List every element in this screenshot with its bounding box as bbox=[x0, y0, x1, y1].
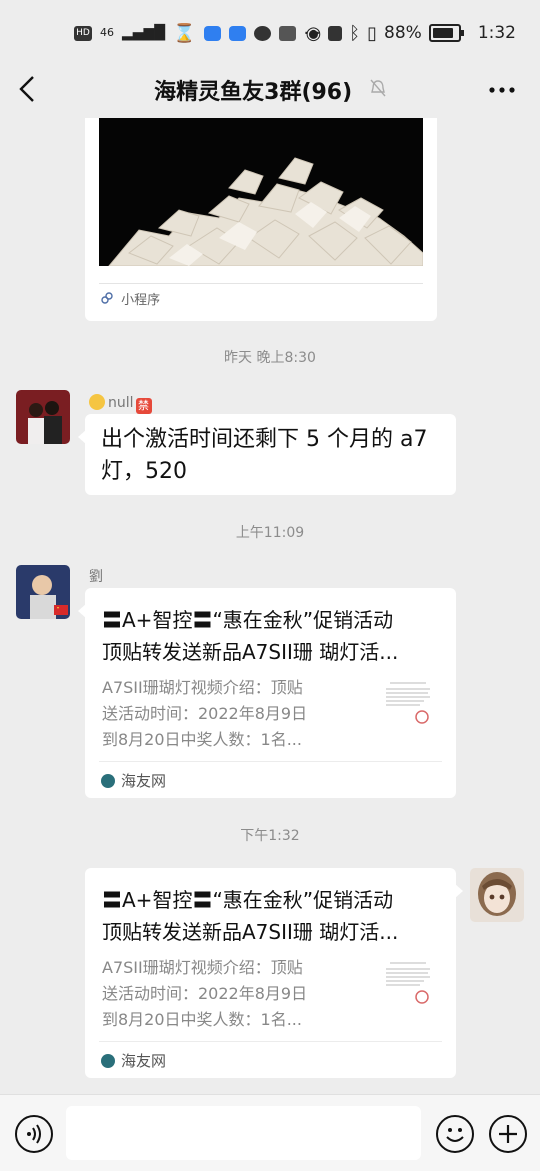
more-options-icon[interactable] bbox=[488, 68, 516, 115]
link-description-line: 到8月20日中奖人数：1名... bbox=[102, 730, 302, 749]
mute-bell-icon bbox=[370, 79, 386, 101]
link-card[interactable]: 〓A+智控〓“惠在金秋”促销活动 顶贴转发送新品A7SII珊 瑚灯活... A7… bbox=[85, 868, 463, 1078]
message-input[interactable] bbox=[66, 1106, 421, 1160]
emoji-icon bbox=[89, 394, 105, 410]
link-title: 〓A+智控〓“惠在金秋”促销活动 顶贴转发送新品A7SII珊 瑚灯活... bbox=[102, 884, 442, 948]
link-description-line: 送活动时间：2022年8月9日 bbox=[102, 704, 308, 723]
nfc-icon bbox=[328, 25, 343, 41]
link-thumbnail bbox=[380, 677, 436, 731]
link-description-line: A7SII珊瑚灯视频介绍：顶贴 bbox=[102, 958, 303, 977]
message-text-line: 出个激活时间还剩下 5 个月的 a7 bbox=[101, 427, 428, 452]
link-source: 海友网 bbox=[101, 770, 166, 791]
link-card[interactable]: 〓A+智控〓“惠在金秋”促销活动 顶贴转发送新品A7SII珊 瑚灯活... A7… bbox=[78, 588, 456, 798]
avatar[interactable] bbox=[16, 390, 70, 444]
battery-icon bbox=[428, 24, 464, 42]
sender-name: null 禁 bbox=[89, 394, 152, 414]
sender-name: 劉 bbox=[89, 569, 103, 585]
group-name: 海精灵鱼友3群(96) bbox=[154, 80, 353, 105]
status-bar: HD 46 ▂▄▆█ ⌛ ··· ◉ ᛒ ▯ 88% 1:32 bbox=[0, 0, 540, 66]
clock: 1:32 bbox=[477, 23, 516, 43]
link-title: 〓A+智控〓“惠在金秋”促销活动 顶贴转发送新品A7SII珊 瑚灯活... bbox=[102, 604, 442, 668]
link-source: 海友网 bbox=[101, 1050, 166, 1071]
avatar[interactable] bbox=[16, 565, 70, 619]
divider bbox=[99, 1041, 442, 1042]
chat-title: 海精灵鱼友3群(96) bbox=[0, 74, 540, 106]
network-type: 46 bbox=[100, 26, 114, 39]
link-description-line: 送活动时间：2022年8月9日 bbox=[102, 984, 308, 1003]
link-title-line: 顶贴转发送新品A7SII珊 瑚灯活... bbox=[102, 640, 399, 664]
link-title-line: 顶贴转发送新品A7SII珊 瑚灯活... bbox=[102, 920, 399, 944]
sender-text: null bbox=[108, 395, 134, 411]
chat-messages[interactable]: 小程序 昨天 晚上8:30 null 禁 出个激活时间还剩下 5 个月的 a7 灯… bbox=[0, 118, 540, 1094]
banned-badge: 禁 bbox=[135, 398, 152, 414]
mini-program-image bbox=[99, 118, 423, 266]
cloud-icon bbox=[228, 25, 246, 41]
text-message-bubble[interactable]: 出个激活时间还剩下 5 个月的 a7 灯，520 bbox=[78, 414, 456, 495]
chat-header: 海精灵鱼友3群(96) bbox=[0, 66, 540, 118]
my-avatar[interactable] bbox=[470, 868, 524, 922]
bluetooth-icon: ᛒ bbox=[349, 22, 361, 44]
eye-icon: ◉ bbox=[305, 22, 322, 44]
link-title-line: 〓A+智控〓“惠在金秋”促销活动 bbox=[102, 608, 394, 632]
app-icon bbox=[253, 25, 271, 41]
source-name: 海友网 bbox=[121, 1052, 167, 1070]
link-thumbnail bbox=[380, 957, 436, 1011]
link-title-line: 〓A+智控〓“惠在金秋”促销活动 bbox=[102, 888, 394, 912]
timestamp: 上午11:09 bbox=[235, 525, 305, 541]
hourglass-icon: ⌛ bbox=[173, 22, 196, 44]
link-description: A7SII珊瑚灯视频介绍：顶贴 送活动时间：2022年8月9日 到8月20日中奖… bbox=[102, 955, 362, 1033]
signal-icon: ▂▄▆█ bbox=[122, 25, 166, 41]
voice-icon[interactable] bbox=[15, 1115, 53, 1153]
source-logo-icon bbox=[101, 774, 115, 788]
source-logo-icon bbox=[101, 1054, 115, 1068]
emoji-icon[interactable] bbox=[436, 1115, 474, 1153]
divider bbox=[99, 283, 423, 284]
glove-icon bbox=[278, 25, 296, 41]
plus-icon[interactable] bbox=[489, 1115, 527, 1153]
timestamp: 昨天 晚上8:30 bbox=[224, 350, 316, 366]
source-name: 海友网 bbox=[121, 772, 167, 790]
link-icon bbox=[101, 292, 117, 308]
vibrate-icon: ▯ bbox=[367, 22, 378, 44]
input-bar bbox=[0, 1094, 540, 1171]
hd-icon: HD bbox=[74, 25, 92, 41]
link-description: A7SII珊瑚灯视频介绍：顶贴 送活动时间：2022年8月9日 到8月20日中奖… bbox=[102, 675, 362, 753]
divider bbox=[99, 761, 442, 762]
link-description-line: 到8月20日中奖人数：1名... bbox=[102, 1010, 302, 1029]
mini-program-text: 小程序 bbox=[121, 293, 161, 308]
shield-icon bbox=[203, 25, 221, 41]
mini-program-label: 小程序 bbox=[101, 289, 160, 308]
battery-percent: 88% bbox=[384, 23, 422, 43]
mini-program-card[interactable]: 小程序 bbox=[85, 118, 437, 321]
timestamp: 下午1:32 bbox=[240, 828, 300, 844]
message-text-line: 灯，520 bbox=[101, 459, 187, 484]
link-description-line: A7SII珊瑚灯视频介绍：顶贴 bbox=[102, 678, 303, 697]
